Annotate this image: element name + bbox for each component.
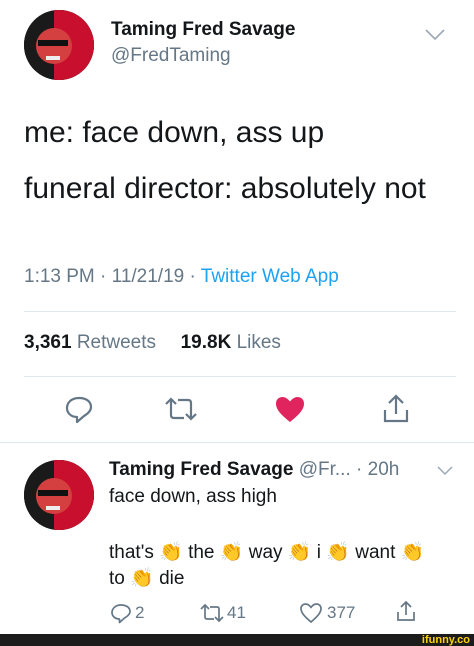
like-count: 377 <box>327 603 356 622</box>
reply-author-name[interactable]: Taming Fred Savage <box>109 459 293 480</box>
tweet-timestamp: 1:13 PM · 11/21/19 · Twitter Web App <box>24 266 339 288</box>
reply-retweet-action[interactable]: 41 <box>199 602 246 624</box>
clap-emoji-icon: 👏 <box>159 542 183 563</box>
tweet-text-line-1: me: face down, ass up <box>24 116 325 149</box>
reply-text-line-3: to 👏 die <box>109 566 184 590</box>
retweets-count: 3,361 <box>24 332 72 353</box>
reply-text-line-2: that's 👏 the 👏 way 👏 i 👏 want 👏 <box>109 540 424 564</box>
reply-word: way <box>248 542 283 563</box>
separator: · <box>100 266 107 287</box>
divider <box>24 311 456 312</box>
chevron-down-icon[interactable] <box>424 28 446 42</box>
author-handle[interactable]: @FredTaming <box>111 45 231 67</box>
reply-author-avatar[interactable] <box>24 460 94 530</box>
tweet-time: 1:13 PM <box>24 266 95 287</box>
reply-chevron-down-icon[interactable] <box>437 466 453 476</box>
reply-icon <box>111 604 131 624</box>
likes-stat[interactable]: 19.8K Likes <box>181 332 281 353</box>
heart-icon <box>300 603 322 624</box>
retweets-stat[interactable]: 3,361 Retweets <box>24 332 161 353</box>
reply-like-action[interactable]: 377 <box>299 602 355 624</box>
tweet-text-line-2: funeral director: absolutely not <box>24 172 426 205</box>
retweet-icon[interactable] <box>163 395 199 423</box>
share-icon[interactable] <box>381 393 411 425</box>
clap-emoji-icon: 👏 <box>130 568 154 589</box>
tweet-stats: 3,361 Retweets 19.8K Likes <box>24 332 281 354</box>
clap-emoji-icon: 👏 <box>219 542 244 563</box>
reply-header: Taming Fred Savage @Fr... · 20h <box>109 459 399 481</box>
reply-word: i <box>316 542 321 563</box>
watermark-bar <box>0 634 474 646</box>
clap-emoji-icon: 👏 <box>400 542 425 563</box>
tweet-source-link[interactable]: Twitter Web App <box>201 266 339 287</box>
reply-time[interactable]: · 20h <box>356 459 399 480</box>
separator: · <box>189 266 196 287</box>
reply-word: the <box>188 542 215 563</box>
reply-word: to <box>109 568 125 589</box>
heart-icon-filled[interactable] <box>274 395 306 423</box>
divider <box>24 376 456 377</box>
author-avatar[interactable] <box>24 10 94 80</box>
likes-label: Likes <box>236 332 281 353</box>
reply-icon[interactable] <box>64 394 94 424</box>
clap-emoji-icon: 👏 <box>287 542 312 563</box>
reply-word: that's <box>109 542 154 563</box>
clap-emoji-icon: 👏 <box>326 542 350 563</box>
reply-share-icon[interactable] <box>395 599 417 623</box>
likes-count: 19.8K <box>180 332 232 353</box>
reply-count: 2 <box>135 603 145 622</box>
retweet-count: 41 <box>227 603 246 622</box>
reply-text-line-1: face down, ass high <box>109 486 277 507</box>
ifunny-watermark: ifunny.co <box>421 634 470 646</box>
reply-author-handle[interactable]: @Fr... <box>299 459 351 480</box>
tweet-date: 11/21/19 <box>111 266 185 287</box>
reply-word: want <box>355 542 396 563</box>
retweet-icon <box>200 603 224 623</box>
divider <box>0 442 474 443</box>
reply-word: die <box>159 568 185 589</box>
reply-reply-action[interactable]: 2 <box>110 602 144 624</box>
retweets-label: Retweets <box>76 332 157 353</box>
author-name[interactable]: Taming Fred Savage <box>111 19 295 41</box>
